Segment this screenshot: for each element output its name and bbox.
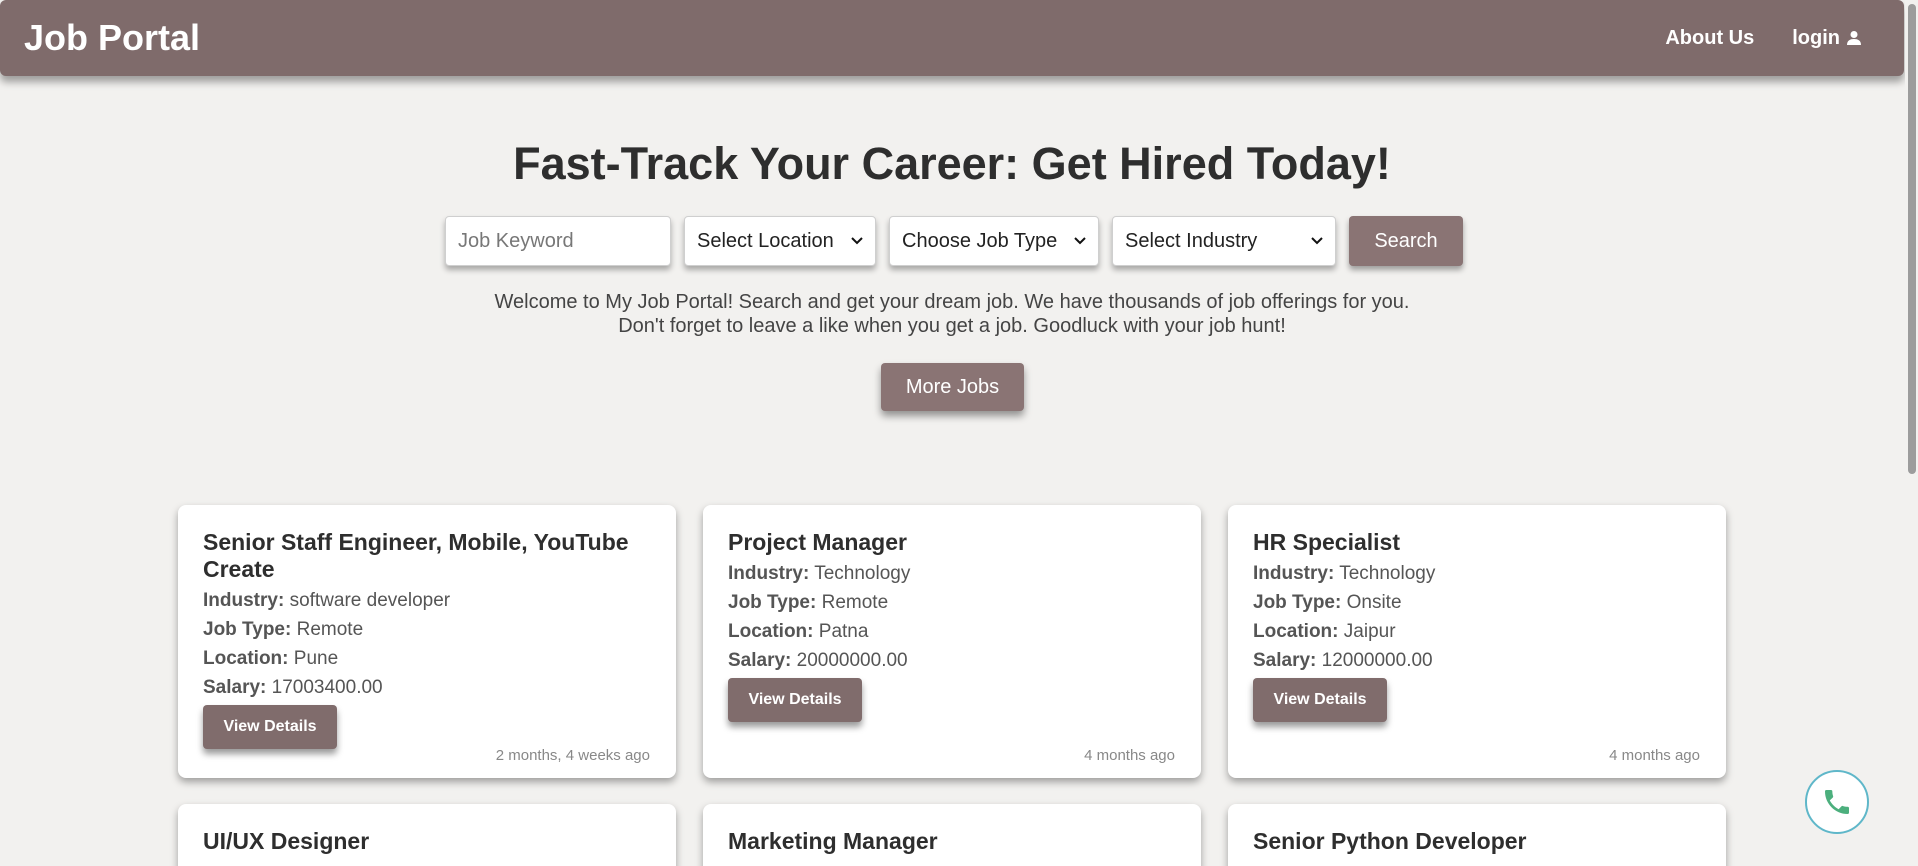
job-type: Job Type: Remote <box>728 588 1176 617</box>
job-card: Senior Staff Engineer, Mobile, YouTube C… <box>178 505 676 778</box>
job-salary: Salary: 12000000.00 <box>1253 646 1701 675</box>
navbar: Job Portal About Us login <box>0 0 1904 76</box>
job-card: HR Specialist Industry: Technology Job T… <box>1228 505 1726 778</box>
job-title: Senior Python Developer <box>1253 828 1527 854</box>
job-type-label: Job Type: <box>728 592 817 613</box>
job-type: Job Type: Onsite <box>1253 588 1701 617</box>
location-value: Jaipur <box>1343 621 1396 642</box>
industry-label: Industry: <box>1253 563 1335 584</box>
salary-label: Salary: <box>203 677 267 698</box>
job-industry: Industry: software developer <box>203 586 651 615</box>
job-industry: Industry: Technology <box>1253 559 1701 588</box>
job-title: Senior Staff Engineer, Mobile, YouTube C… <box>203 529 629 582</box>
welcome-text: Welcome to My Job Portal! Search and get… <box>0 290 1904 338</box>
industry-select[interactable]: Select Industry <box>1112 216 1336 266</box>
page-title: Fast-Track Your Career: Get Hired Today! <box>513 138 1391 189</box>
job-industry: Industry: Technology <box>728 559 1176 588</box>
job-title: Project Manager <box>728 529 907 555</box>
posted-time: 4 months ago <box>1084 747 1175 764</box>
job-card: Senior Python Developer <box>1228 804 1726 866</box>
posted-time: 4 months ago <box>1609 747 1700 764</box>
scrollbar-track[interactable] <box>1905 0 1918 866</box>
about-us-link[interactable]: About Us <box>1665 27 1754 50</box>
phone-icon <box>1825 790 1849 814</box>
search-bar: Job Keyword Select Location Choose Job T… <box>445 216 1463 266</box>
job-keyword-input[interactable]: Job Keyword <box>445 216 671 266</box>
salary-label: Salary: <box>728 650 792 671</box>
scrollbar-thumb[interactable] <box>1908 4 1916 474</box>
location-label: Location: <box>203 648 289 669</box>
salary-label: Salary: <box>1253 650 1317 671</box>
job-type-value: Remote <box>821 592 889 613</box>
login-label: login <box>1792 26 1840 49</box>
job-type-label: Job Type: <box>203 619 292 640</box>
job-card: Marketing Manager <box>703 804 1201 866</box>
job-salary: Salary: 20000000.00 <box>728 646 1176 675</box>
welcome-line-1: Welcome to My Job Portal! Search and get… <box>494 291 1410 313</box>
location-select[interactable]: Select Location <box>684 216 876 266</box>
more-jobs-button[interactable]: More Jobs <box>881 363 1024 411</box>
view-details-button[interactable]: View Details <box>1253 678 1387 722</box>
job-card: Project Manager Industry: Technology Job… <box>703 505 1201 778</box>
job-type-select[interactable]: Choose Job Type <box>889 216 1099 266</box>
job-title: UI/UX Designer <box>203 828 370 854</box>
job-salary: Salary: 17003400.00 <box>203 673 651 702</box>
chevron-down-icon <box>851 237 863 245</box>
user-icon <box>1847 31 1861 45</box>
industry-value: Technology <box>814 563 911 584</box>
posted-time: 2 months, 4 weeks ago <box>495 747 650 764</box>
call-button[interactable] <box>1805 770 1869 834</box>
job-location: Location: Pune <box>203 644 651 673</box>
industry-value: Technology <box>1339 563 1436 584</box>
job-location: Location: Jaipur <box>1253 617 1701 646</box>
salary-value: 20000000.00 <box>796 650 908 671</box>
brand-logo[interactable]: Job Portal <box>24 17 200 59</box>
industry-select-value: Select Industry <box>1125 229 1258 252</box>
location-select-value: Select Location <box>697 229 834 252</box>
search-button[interactable]: Search <box>1349 216 1463 266</box>
job-type-value: Remote <box>296 619 364 640</box>
chevron-down-icon <box>1311 237 1323 245</box>
location-label: Location: <box>1253 621 1339 642</box>
job-type-select-value: Choose Job Type <box>902 229 1058 252</box>
job-type-label: Job Type: <box>1253 592 1342 613</box>
view-details-button[interactable]: View Details <box>728 678 862 722</box>
salary-value: 12000000.00 <box>1321 650 1433 671</box>
job-location: Location: Patna <box>728 617 1176 646</box>
location-value: Patna <box>818 621 869 642</box>
location-value: Pune <box>293 648 339 669</box>
nav-links: About Us login <box>1665 27 1862 50</box>
view-details-button[interactable]: View Details <box>203 705 337 749</box>
job-title: HR Specialist <box>1253 529 1400 555</box>
chevron-down-icon <box>1074 237 1086 245</box>
location-label: Location: <box>728 621 814 642</box>
industry-label: Industry: <box>203 590 285 611</box>
welcome-line-2: Don't forget to leave a like when you ge… <box>618 315 1286 337</box>
salary-value: 17003400.00 <box>271 677 383 698</box>
job-type: Job Type: Remote <box>203 615 651 644</box>
industry-value: software developer <box>289 590 451 611</box>
industry-label: Industry: <box>728 563 810 584</box>
job-title: Marketing Manager <box>728 828 938 854</box>
job-card: UI/UX Designer <box>178 804 676 866</box>
login-link[interactable]: login <box>1792 27 1862 50</box>
job-type-value: Onsite <box>1346 592 1402 613</box>
